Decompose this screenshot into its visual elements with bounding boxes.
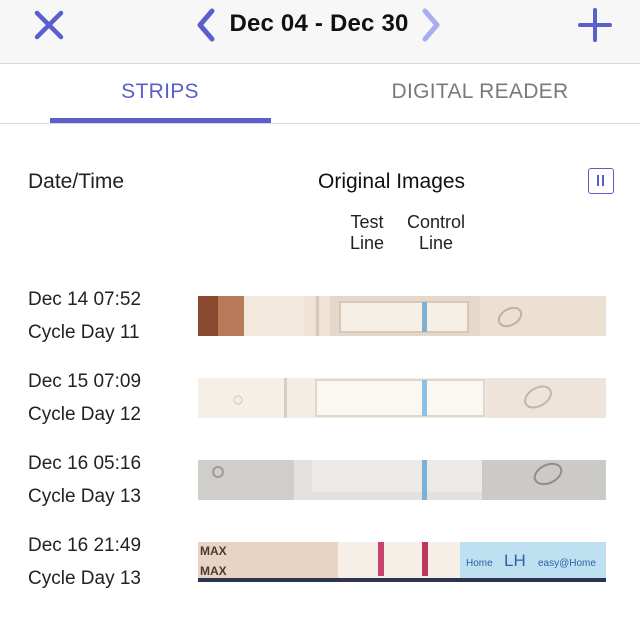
top-bar: Dec 04 - Dec 30 — [0, 0, 640, 64]
plus-icon[interactable] — [578, 8, 612, 42]
tab-strips[interactable]: STRIPS — [50, 64, 270, 122]
row-cycle-day: Cycle Day 13 — [28, 568, 141, 589]
row-datetime: Dec 16 21:49 — [28, 535, 142, 556]
row-datetime: Dec 16 05:16 — [28, 453, 142, 474]
close-icon[interactable] — [32, 8, 66, 42]
row-datetime: Dec 14 07:52 — [28, 289, 142, 310]
strip-image[interactable]: MAX MAX Home LH easy@Home — [198, 542, 606, 582]
row-cycle-day: Cycle Day 11 — [28, 322, 140, 343]
row-cycle-day: Cycle Day 13 — [28, 486, 141, 507]
strip-max-text: MAX — [200, 544, 227, 558]
test-line-label-word1: Test — [350, 212, 384, 232]
tab-digital-reader[interactable]: DIGITAL READER — [370, 64, 590, 122]
control-line-label-word2: Line — [418, 233, 454, 253]
row-datetime: Dec 15 07:09 — [28, 371, 142, 392]
strip-brand-text: easy@Home — [538, 558, 596, 569]
strip-image[interactable] — [198, 378, 606, 418]
chevron-left-icon[interactable] — [196, 8, 216, 42]
pause-icon[interactable] — [588, 168, 614, 194]
row-cycle-day: Cycle Day 12 — [28, 404, 141, 425]
test-line-label: Test Line — [344, 212, 390, 254]
original-images-header: Original Images — [318, 170, 466, 193]
strip-image[interactable] — [198, 296, 606, 336]
strip-lh-text: LH — [504, 551, 526, 570]
strip-max-text: MAX — [200, 564, 227, 578]
date-range-title: Dec 04 - Dec 30 — [229, 10, 409, 37]
tab-divider — [0, 123, 640, 124]
strip-image[interactable] — [198, 460, 606, 500]
test-line-label-word2: Line — [349, 233, 385, 253]
chevron-right-icon[interactable] — [421, 8, 441, 42]
date-time-header: Date/Time — [28, 170, 125, 193]
control-line-label: Control Line — [400, 212, 472, 254]
strip-brand-text: Home — [466, 558, 493, 569]
control-line-label-word1: Control — [406, 212, 466, 232]
